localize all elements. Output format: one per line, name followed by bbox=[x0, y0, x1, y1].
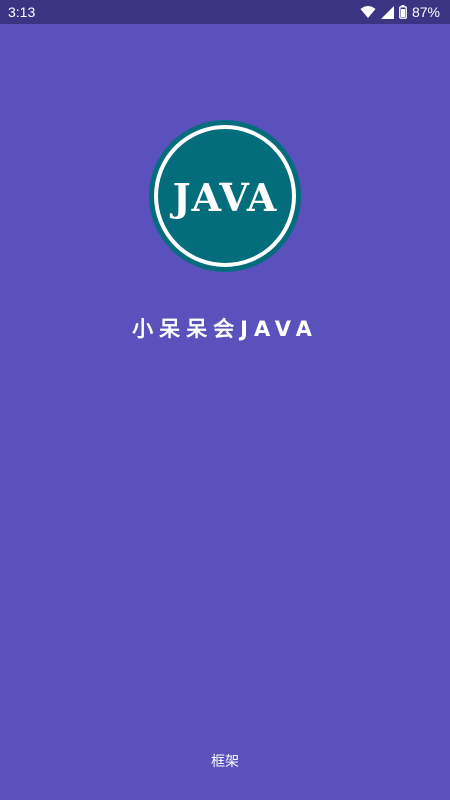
status-icons: 87% bbox=[360, 4, 440, 20]
battery-percent: 87% bbox=[411, 4, 440, 20]
status-time: 3:13 bbox=[8, 4, 36, 20]
footer-label: 框架 bbox=[211, 754, 239, 770]
battery-icon bbox=[399, 5, 407, 19]
app-name: 小呆呆会JAVA bbox=[132, 317, 318, 341]
cellular-signal-icon bbox=[380, 5, 394, 19]
status-bar: 3:13 87% bbox=[0, 0, 450, 24]
java-logo: JAVA bbox=[148, 119, 302, 273]
logo-text: JAVA bbox=[170, 175, 278, 220]
wifi-icon bbox=[360, 5, 376, 19]
